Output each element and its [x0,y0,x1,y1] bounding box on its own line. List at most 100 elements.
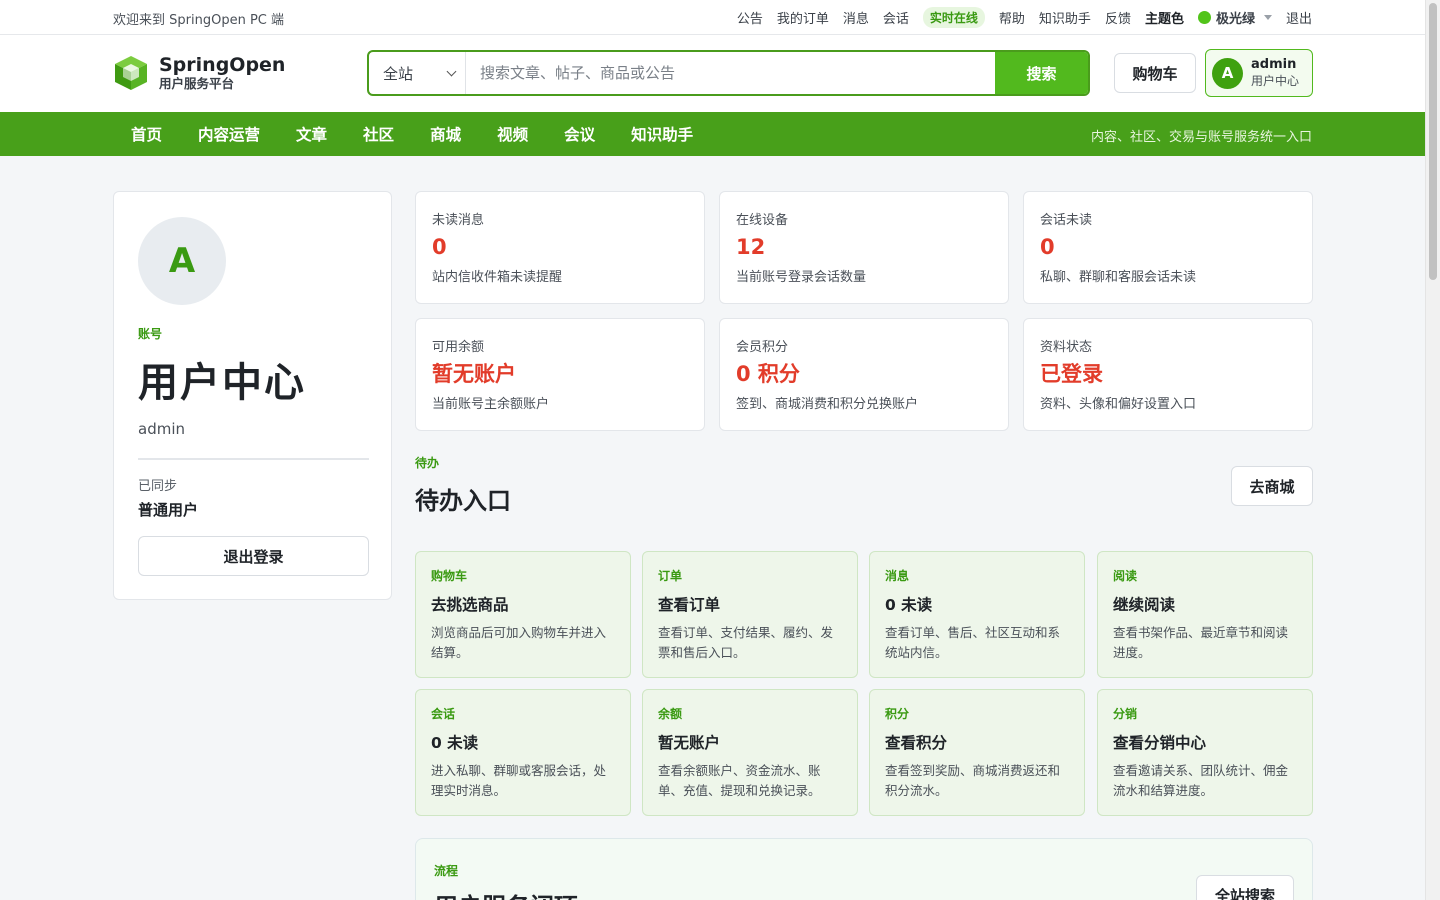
profile-username: admin [138,420,185,438]
logout-button[interactable]: 退出登录 [138,536,369,576]
todo-tag: 消息 [885,569,910,583]
nav-item-home[interactable]: 首页 [113,123,180,145]
todo-heading: 去挑选商品 [431,596,509,614]
todo-card-cart[interactable]: 购物车 去挑选商品 浏览商品后可加入购物车并进入结算。 [415,551,631,678]
stat-card-balance[interactable]: 可用余额 暂无账户 当前账号主余额账户 [415,318,705,431]
nav-item-community[interactable]: 社区 [345,123,412,145]
stat-description: 私聊、群聊和客服会话未读 [1040,270,1197,285]
nav-item-articles[interactable]: 文章 [278,123,345,145]
live-status-badge: 实时在线 [922,7,985,28]
profile-card: A 账号 用户中心 admin 已同步 普通用户 退出登录 [113,191,392,600]
nav-tagline: 内容、社区、交易与账号服务统一入口 [1090,130,1312,145]
site-header: SpringOpen 用户服务平台 全站 搜索 购物车 A admin 用户中心 [0,35,1425,112]
user-center-button[interactable]: A admin 用户中心 [1205,49,1313,97]
nav-item-video[interactable]: 视频 [479,123,546,145]
main-nav: 首页 内容运营 文章 社区 商城 视频 会议 知识助手 内容、社区、交易与账号服… [0,112,1425,156]
brand-name: SpringOpen [159,54,286,76]
sync-status: 已同步 [138,479,178,494]
stat-label: 可用余额 [432,340,485,355]
messages-link[interactable]: 消息 [843,8,869,27]
stat-label: 在线设备 [736,213,789,228]
theme-picker[interactable]: 极光绿 [1197,8,1272,27]
user-name: admin [1251,57,1297,72]
my-orders-link[interactable]: 我的订单 [777,8,829,27]
nav-item-mall[interactable]: 商城 [412,123,479,145]
stat-card-points[interactable]: 会员积分 0 积分 签到、商城消费和积分兑换账户 [719,318,1009,431]
stat-description: 当前账号主余额账户 [432,397,550,412]
theme-label: 主题色 [1144,12,1184,27]
stat-value: 0 [1040,235,1055,259]
feedback-link[interactable]: 反馈 [1105,8,1131,27]
search-scope-value: 全站 [383,64,414,83]
nav-item-content-ops[interactable]: 内容运营 [180,123,278,145]
todo-card-points[interactable]: 积分 查看积分 查看签到奖励、商城消费返还和积分流水。 [869,689,1085,816]
todo-heading: 0 未读 [431,734,479,752]
todo-heading: 查看订单 [658,596,721,614]
go-to-mall-button[interactable]: 去商城 [1231,466,1313,506]
brand-subtitle: 用户服务平台 [159,76,235,91]
todo-card-orders[interactable]: 订单 查看订单 查看订单、支付结果、履约、发票和售后入口。 [642,551,858,678]
cube-logo-icon [115,56,147,90]
conversations-link[interactable]: 会话 [883,8,909,27]
todo-card-reading[interactable]: 阅读 继续阅读 查看书架作品、最近章节和阅读进度。 [1097,551,1313,678]
stat-card-unread-conversations[interactable]: 会话未读 0 私聊、群聊和客服会话未读 [1023,191,1313,304]
todo-heading: 查看分销中心 [1113,734,1207,752]
theme-color-dot-icon [1197,11,1211,24]
stat-label: 会话未读 [1040,213,1093,228]
stat-value: 0 积分 [736,362,800,386]
cart-button[interactable]: 购物车 [1114,53,1196,93]
divider [138,458,369,460]
search-button[interactable]: 搜索 [995,52,1088,94]
stat-card-unread-messages[interactable]: 未读消息 0 站内信收件箱未读提醒 [415,191,705,304]
todo-description: 浏览商品后可加入购物车并进入结算。 [431,625,607,660]
stat-card-profile-status[interactable]: 资料状态 已登录 资料、头像和偏好设置入口 [1023,318,1313,431]
brand-logo[interactable]: SpringOpen 用户服务平台 [113,54,285,92]
user-role: 普通用户 [138,501,199,519]
todo-tag: 订单 [658,569,683,583]
stat-value: 暂无账户 [432,362,516,386]
search-scope-select[interactable]: 全站 [369,52,466,94]
site-search-button[interactable]: 全站搜索 [1196,875,1294,900]
todo-description: 查看邀请关系、团队统计、佣金流水和结算进度。 [1113,763,1289,798]
todo-description: 查看订单、支付结果、履约、发票和售后入口。 [658,625,834,660]
todo-tag: 积分 [885,707,910,721]
logout-link[interactable]: 退出 [1286,8,1312,27]
stat-description: 当前账号登录会话数量 [736,270,867,285]
welcome-text: 欢迎来到 SpringOpen PC 端 [113,13,284,28]
todo-card-conversations[interactable]: 会话 0 未读 进入私聊、群聊或客服会话，处理实时消息。 [415,689,631,816]
search-input[interactable] [466,52,995,94]
stat-label: 未读消息 [432,213,485,228]
nav-item-knowledge[interactable]: 知识助手 [613,123,711,145]
nav-item-meeting[interactable]: 会议 [546,123,613,145]
top-utility-bar: 欢迎来到 SpringOpen PC 端 公告 我的订单 消息 会话 实时在线 … [0,0,1425,35]
stat-label: 资料状态 [1040,340,1093,355]
help-link[interactable]: 帮助 [999,8,1025,27]
scrollbar-thumb[interactable] [1429,3,1437,280]
user-center-label: 用户中心 [1251,74,1300,88]
todo-heading: 暂无账户 [658,734,721,752]
scrollbar[interactable] [1425,0,1440,900]
todo-description: 查看余额账户、资金流水、账单、充值、提现和兑换记录。 [658,763,821,798]
stat-label: 会员积分 [736,340,789,355]
caret-down-icon [1263,15,1272,20]
todo-tag: 阅读 [1113,569,1138,583]
announcement-link[interactable]: 公告 [737,8,763,27]
page-title: 用户中心 [138,360,306,406]
todo-tag: 分销 [1113,707,1138,721]
stat-description: 签到、商城消费和积分兑换账户 [736,397,919,412]
todo-section-title: 待办入口 [415,487,511,515]
stat-card-online-devices[interactable]: 在线设备 12 当前账号登录会话数量 [719,191,1009,304]
search-bar: 全站 搜索 [367,50,1090,96]
profile-kicker: 账号 [138,327,163,341]
todo-kicker: 待办 [415,456,440,470]
flow-section-title: 用户服务闭环 [434,887,578,900]
todo-card-distribution[interactable]: 分销 查看分销中心 查看邀请关系、团队统计、佣金流水和结算进度。 [1097,689,1313,816]
todo-heading: 0 未读 [885,596,933,614]
todo-card-balance[interactable]: 余额 暂无账户 查看余额账户、资金流水、账单、充值、提现和兑换记录。 [642,689,858,816]
avatar: A [1212,57,1243,89]
knowledge-assistant-link[interactable]: 知识助手 [1039,8,1091,27]
todo-description: 查看书架作品、最近章节和阅读进度。 [1113,625,1289,660]
stat-description: 资料、头像和偏好设置入口 [1040,397,1197,412]
todo-card-messages[interactable]: 消息 0 未读 查看订单、售后、社区互动和系统站内信。 [869,551,1085,678]
chevron-down-icon [446,66,457,77]
